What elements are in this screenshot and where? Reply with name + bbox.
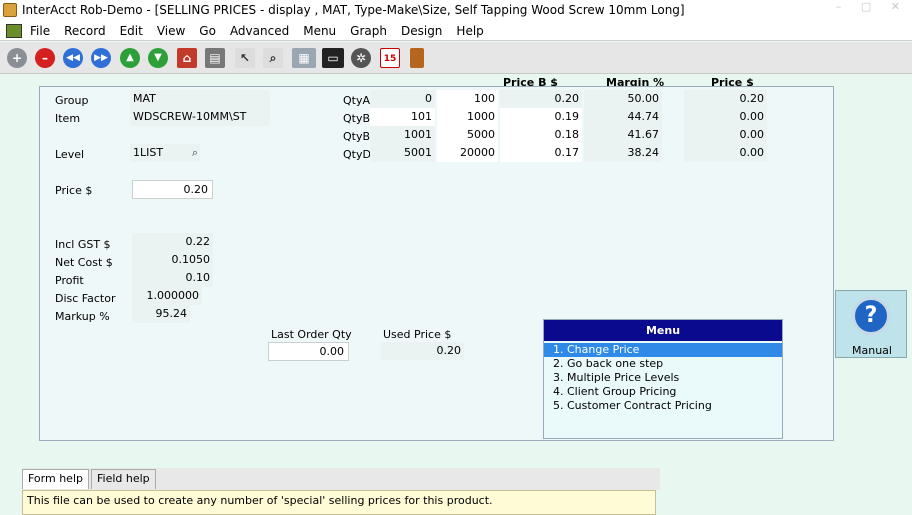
group-label: Group <box>55 94 89 107</box>
toolbar: + – ◀◀ ▶▶ ▲ ▼ ⌂ ▤ ↖ ⌕ ▦ ▭ ✲ 15 <box>0 42 912 74</box>
menu-file[interactable]: File <box>30 24 50 38</box>
first-record-icon[interactable]: ◀◀ <box>63 48 83 68</box>
qty-from[interactable]: 1001 <box>370 126 435 144</box>
qty-row-label: QtyB <box>343 130 371 143</box>
menu-go[interactable]: Go <box>199 24 216 38</box>
menu-title: Menu <box>544 320 782 341</box>
level-value: 1LIST <box>133 146 164 159</box>
qty-to[interactable]: 5000 <box>437 126 498 144</box>
menu-menu[interactable]: Menu <box>303 24 336 38</box>
profit-label: Profit <box>55 274 84 287</box>
price-label: Price $ <box>55 184 93 197</box>
menu-graph[interactable]: Graph <box>350 24 387 38</box>
last-order-qty-value: 0.00 <box>268 342 349 361</box>
qty-price-b[interactable]: 0.19 <box>500 108 582 126</box>
markup-value: 95.24 <box>132 305 190 323</box>
menu-record[interactable]: Record <box>64 24 105 38</box>
profit-value: 0.10 <box>132 269 213 287</box>
manual-button[interactable]: ? Manual <box>835 290 907 358</box>
delete-icon[interactable]: – <box>35 48 55 68</box>
app-icon <box>3 3 17 17</box>
qty-price[interactable]: 0.00 <box>684 144 767 162</box>
incl-gst-value: 0.22 <box>132 233 213 251</box>
net-cost-value: 0.1050 <box>132 251 213 269</box>
level-lookup-icon[interactable]: ⌕ <box>192 144 198 162</box>
last-record-icon[interactable]: ▶▶ <box>91 48 111 68</box>
qty-price[interactable]: 0.00 <box>684 126 767 144</box>
incl-gst-label: Incl GST $ <box>55 238 111 251</box>
level-label: Level <box>55 148 85 161</box>
add-icon[interactable]: + <box>7 48 27 68</box>
qty-to[interactable]: 100 <box>437 90 498 108</box>
window-controls[interactable]: – ▢ ✕ <box>836 0 908 13</box>
level-field[interactable]: 1LIST ⌕ <box>130 144 200 162</box>
markup-label: Markup % <box>55 310 110 323</box>
calendar-icon[interactable]: 15 <box>380 48 400 68</box>
qty-margin: 44.74 <box>584 108 662 126</box>
last-order-qty-label: Last Order Qty <box>271 328 352 341</box>
menu-item-customer-contract-pricing[interactable]: 5. Customer Contract Pricing <box>544 399 782 413</box>
qty-from[interactable]: 101 <box>370 108 435 126</box>
qty-row-label: QtyD <box>343 148 371 161</box>
qty-margin: 50.00 <box>584 90 662 108</box>
qty-row-label: QtyA <box>343 94 371 107</box>
qty-to[interactable]: 20000 <box>437 144 498 162</box>
qty-price-b[interactable]: 0.20 <box>500 90 582 108</box>
menu-view[interactable]: View <box>157 24 185 38</box>
qty-to[interactable]: 1000 <box>437 108 498 126</box>
group-field[interactable]: MAT <box>130 90 270 108</box>
monitor-icon[interactable]: ▭ <box>322 48 344 68</box>
qty-price-b[interactable]: 0.18 <box>500 126 582 144</box>
item-label: Item <box>55 112 81 125</box>
search-icon[interactable]: ⌕ <box>263 48 283 68</box>
print-icon[interactable]: ▤ <box>205 48 225 68</box>
item-field[interactable]: WDSCREW-10MM\ST <box>130 108 270 126</box>
qty-from[interactable]: 0 <box>370 90 435 108</box>
menu-edit[interactable]: Edit <box>120 24 143 38</box>
tab-form-help[interactable]: Form help <box>22 469 89 489</box>
menu-item-go-back[interactable]: 2. Go back one step <box>544 357 782 371</box>
pointer-icon[interactable]: ↖ <box>235 48 255 68</box>
qty-price[interactable]: 0.00 <box>684 108 767 126</box>
help-tabs: Form help Field help <box>22 469 158 489</box>
qty-price[interactable]: 0.20 <box>684 90 767 108</box>
window-title: InterAcct Rob-Demo - [SELLING PRICES - d… <box>22 3 685 17</box>
qty-margin: 41.67 <box>584 126 662 144</box>
menu-help[interactable]: Help <box>456 24 483 38</box>
menu-advanced[interactable]: Advanced <box>230 24 289 38</box>
menu-design[interactable]: Design <box>401 24 442 38</box>
next-down-icon[interactable]: ▼ <box>148 48 168 68</box>
used-price-value: 0.20 <box>381 342 464 360</box>
exit-door-icon[interactable] <box>410 48 424 68</box>
qty-from[interactable]: 5001 <box>370 144 435 162</box>
used-price-label: Used Price $ <box>383 328 452 341</box>
system-menu-icon[interactable] <box>6 24 22 38</box>
action-menu: Menu 1. Change Price 2. Go back one step… <box>543 319 783 439</box>
menu-bar: File Record Edit View Go Advanced Menu G… <box>0 22 912 41</box>
price-input[interactable]: 0.20 <box>132 180 213 199</box>
keyboard-icon[interactable]: ▦ <box>292 48 316 68</box>
question-mark-icon: ? <box>852 297 890 335</box>
home-icon[interactable]: ⌂ <box>177 48 197 68</box>
qty-row-label: QtyB <box>343 112 371 125</box>
disc-factor-label: Disc Factor <box>55 292 116 305</box>
tab-field-help[interactable]: Field help <box>90 469 156 489</box>
menu-item-change-price[interactable]: 1. Change Price <box>544 343 782 357</box>
settings-icon[interactable]: ✲ <box>351 48 371 68</box>
manual-label: Manual <box>852 344 892 357</box>
menu-item-multiple-price-levels[interactable]: 3. Multiple Price Levels <box>544 371 782 385</box>
net-cost-label: Net Cost $ <box>55 256 113 269</box>
previous-up-icon[interactable]: ▲ <box>120 48 140 68</box>
disc-factor-value: 1.000000 <box>132 287 202 305</box>
title-bar: InterAcct Rob-Demo - [SELLING PRICES - d… <box>0 0 912 22</box>
menu-item-client-group-pricing[interactable]: 4. Client Group Pricing <box>544 385 782 399</box>
qty-margin: 38.24 <box>584 144 662 162</box>
help-text: This file can be used to create any numb… <box>22 490 656 515</box>
qty-price-b[interactable]: 0.17 <box>500 144 582 162</box>
